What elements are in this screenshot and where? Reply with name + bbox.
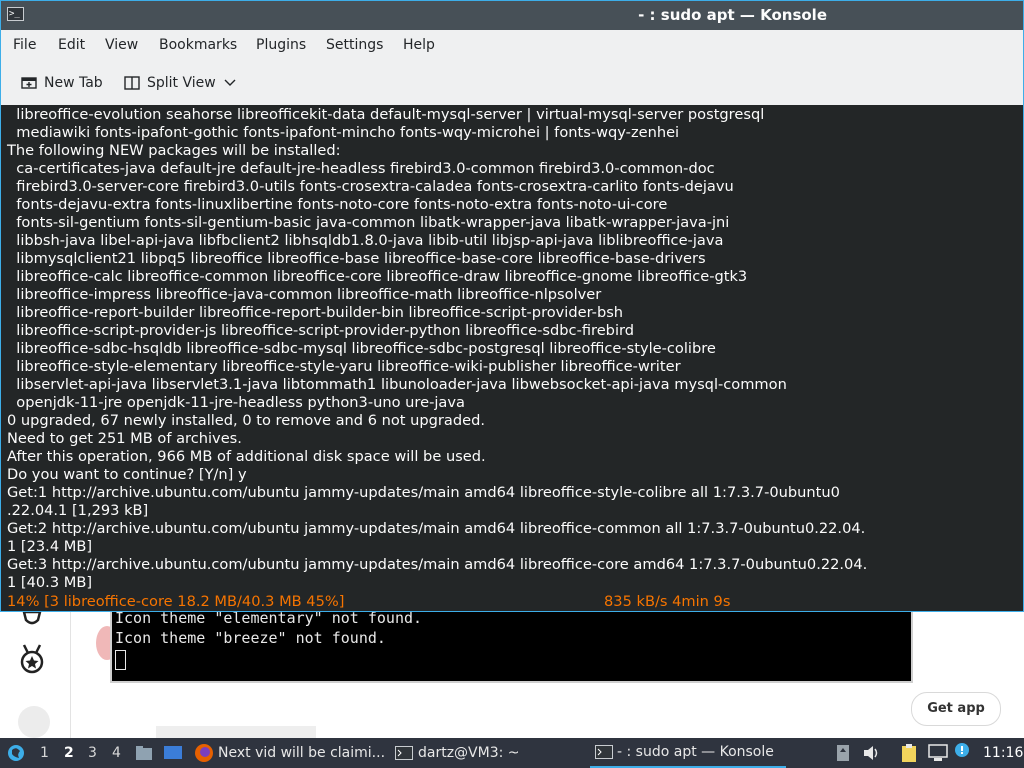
new-tab-label: New Tab	[44, 75, 103, 91]
terminal-line: 1 [40.3 MB]	[7, 574, 93, 591]
terminal-line: fonts-dejavu-extra fonts-linuxlibertine …	[7, 196, 668, 213]
terminal-app-icon[interactable]: >_	[7, 7, 24, 21]
toolbar: New Tab Split View	[1, 60, 1023, 105]
terminal-line: libbsh-java libel-api-java libfbclient2 …	[7, 232, 724, 249]
terminal-line: mediawiki fonts-ipafont-gothic fonts-ipa…	[7, 124, 680, 141]
app-launcher-icon[interactable]	[6, 743, 26, 763]
taskbar: 1 2 3 4 Next vid will be claimi... dartz…	[0, 738, 1024, 768]
medal-icon[interactable]	[16, 643, 48, 675]
menu-bar: File Edit View Bookmarks Plugins Setting…	[1, 30, 1023, 60]
updates-icon[interactable]	[836, 744, 850, 762]
terminal-line: ca-certificates-java default-jre default…	[7, 160, 715, 177]
split-view-button[interactable]: Split View	[124, 73, 236, 93]
terminal-line: The following NEW packages will be insta…	[7, 142, 341, 159]
avatar-placeholder	[18, 706, 50, 738]
workspace-2[interactable]: 2	[64, 738, 74, 768]
menu-file[interactable]: File	[13, 37, 36, 53]
progress-speed: 835 kB/s 4min 9s	[604, 593, 731, 610]
chevron-down-icon[interactable]	[224, 79, 236, 87]
terminal-line: libreoffice-style-elementary libreoffice…	[7, 358, 681, 375]
network-icon[interactable]	[928, 744, 948, 762]
konsole-window[interactable]: >_ - : sudo apt — Konsole File Edit View…	[0, 0, 1024, 612]
volume-icon[interactable]	[863, 745, 881, 761]
terminal-line: Get:2 http://archive.ubuntu.com/ubuntu j…	[7, 520, 866, 537]
terminal-line: Get:1 http://archive.ubuntu.com/ubuntu j…	[7, 484, 840, 501]
terminal-line: After this operation, 966 MB of addition…	[7, 448, 486, 465]
terminal-line: libmysqlclient21 libpq5 libreoffice libr…	[7, 250, 706, 267]
task-firefox-label: Next vid will be claimi...	[218, 745, 386, 761]
firefox-icon	[195, 744, 213, 762]
get-app-button[interactable]: Get app	[911, 692, 1001, 726]
title-bar[interactable]: >_ - : sudo apt — Konsole	[1, 1, 1023, 30]
file-manager-icon[interactable]	[135, 745, 153, 761]
menu-bookmarks[interactable]: Bookmarks	[159, 37, 237, 53]
terminal-view[interactable]: libreoffice-evolution seahorse libreoffi…	[1, 105, 1023, 611]
split-view-icon	[124, 76, 140, 90]
terminal-line: libservlet-api-java libservlet3.1-java l…	[7, 376, 787, 393]
new-tab-button[interactable]: New Tab	[21, 73, 103, 93]
task-terminal[interactable]: dartz@VM3: ~	[395, 738, 520, 768]
terminal-line: libreoffice-sdbc-hsqldb libreoffice-sdbc…	[7, 340, 716, 357]
terminal-line: .22.04.1 [1,293 kB]	[7, 502, 149, 519]
text-placeholder	[156, 726, 316, 738]
terminal-line: Icon theme "breeze" not found.	[115, 629, 386, 647]
menu-edit[interactable]: Edit	[58, 37, 85, 53]
notification-icon[interactable]	[954, 742, 970, 758]
workspace-3[interactable]: 3	[88, 738, 97, 768]
menu-settings[interactable]: Settings	[326, 37, 383, 53]
workspace-4[interactable]: 4	[112, 738, 121, 768]
task-terminal-label: dartz@VM3: ~	[418, 745, 520, 761]
terminal-line: libreoffice-impress libreoffice-java-com…	[7, 286, 602, 303]
menu-help[interactable]: Help	[403, 37, 435, 53]
background-terminal-output: Icon theme "elementary" not found. Icon …	[110, 608, 913, 683]
terminal-cursor	[115, 648, 911, 670]
menu-plugins[interactable]: Plugins	[256, 37, 306, 53]
terminal-icon	[595, 745, 613, 759]
new-tab-icon	[21, 77, 37, 89]
terminal-line: Need to get 251 MB of archives.	[7, 430, 242, 447]
desktop-icon[interactable]	[163, 745, 183, 761]
task-konsole[interactable]: - : sudo apt — Konsole	[590, 738, 786, 768]
split-view-label: Split View	[147, 75, 216, 91]
terminal-line: libreoffice-evolution seahorse libreoffi…	[7, 106, 765, 123]
workspace-1[interactable]: 1	[40, 738, 49, 768]
terminal-line: libreoffice-calc libreoffice-common libr…	[7, 268, 748, 285]
terminal-line: libreoffice-script-provider-js libreoffi…	[7, 322, 635, 339]
terminal-line: Get:3 http://archive.ubuntu.com/ubuntu j…	[7, 556, 868, 573]
terminal-line: fonts-sil-gentium fonts-sil-gentium-basi…	[7, 214, 730, 231]
terminal-icon	[395, 746, 413, 760]
terminal-line: firebird3.0-server-core firebird3.0-util…	[7, 178, 734, 195]
terminal-line: 1 [23.4 MB]	[7, 538, 93, 555]
badge-icon[interactable]	[16, 610, 48, 642]
terminal-line: 0 upgraded, 67 newly installed, 0 to rem…	[7, 412, 486, 429]
window-title: - : sudo apt — Konsole	[638, 6, 827, 24]
task-firefox[interactable]: Next vid will be claimi...	[194, 738, 385, 768]
terminal-line: libreoffice-report-builder libreoffice-r…	[7, 304, 624, 321]
task-konsole-label: - : sudo apt — Konsole	[617, 744, 774, 760]
terminal-line: openjdk-11-jre openjdk-11-jre-headless p…	[7, 394, 465, 411]
progress-status: 14% [3 libreoffice-core 18.2 MB/40.3 MB …	[7, 593, 345, 610]
clipboard-icon[interactable]	[899, 743, 919, 763]
terminal-line: Do you want to continue? [Y/n] y	[7, 466, 247, 483]
clock[interactable]: 11:16	[983, 738, 1023, 768]
menu-view[interactable]: View	[105, 37, 138, 53]
